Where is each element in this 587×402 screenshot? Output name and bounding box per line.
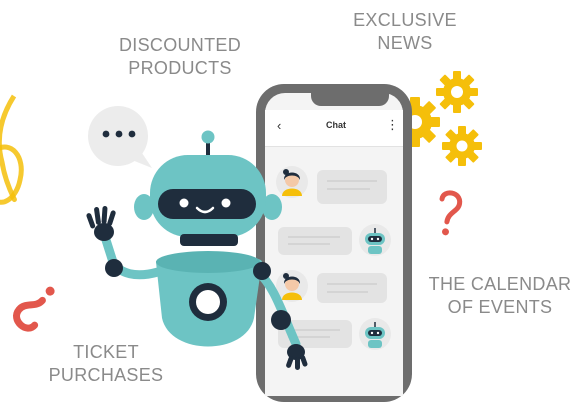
robot-character [86,130,308,370]
waving-hand [86,206,116,241]
pointing-hand [286,344,308,370]
